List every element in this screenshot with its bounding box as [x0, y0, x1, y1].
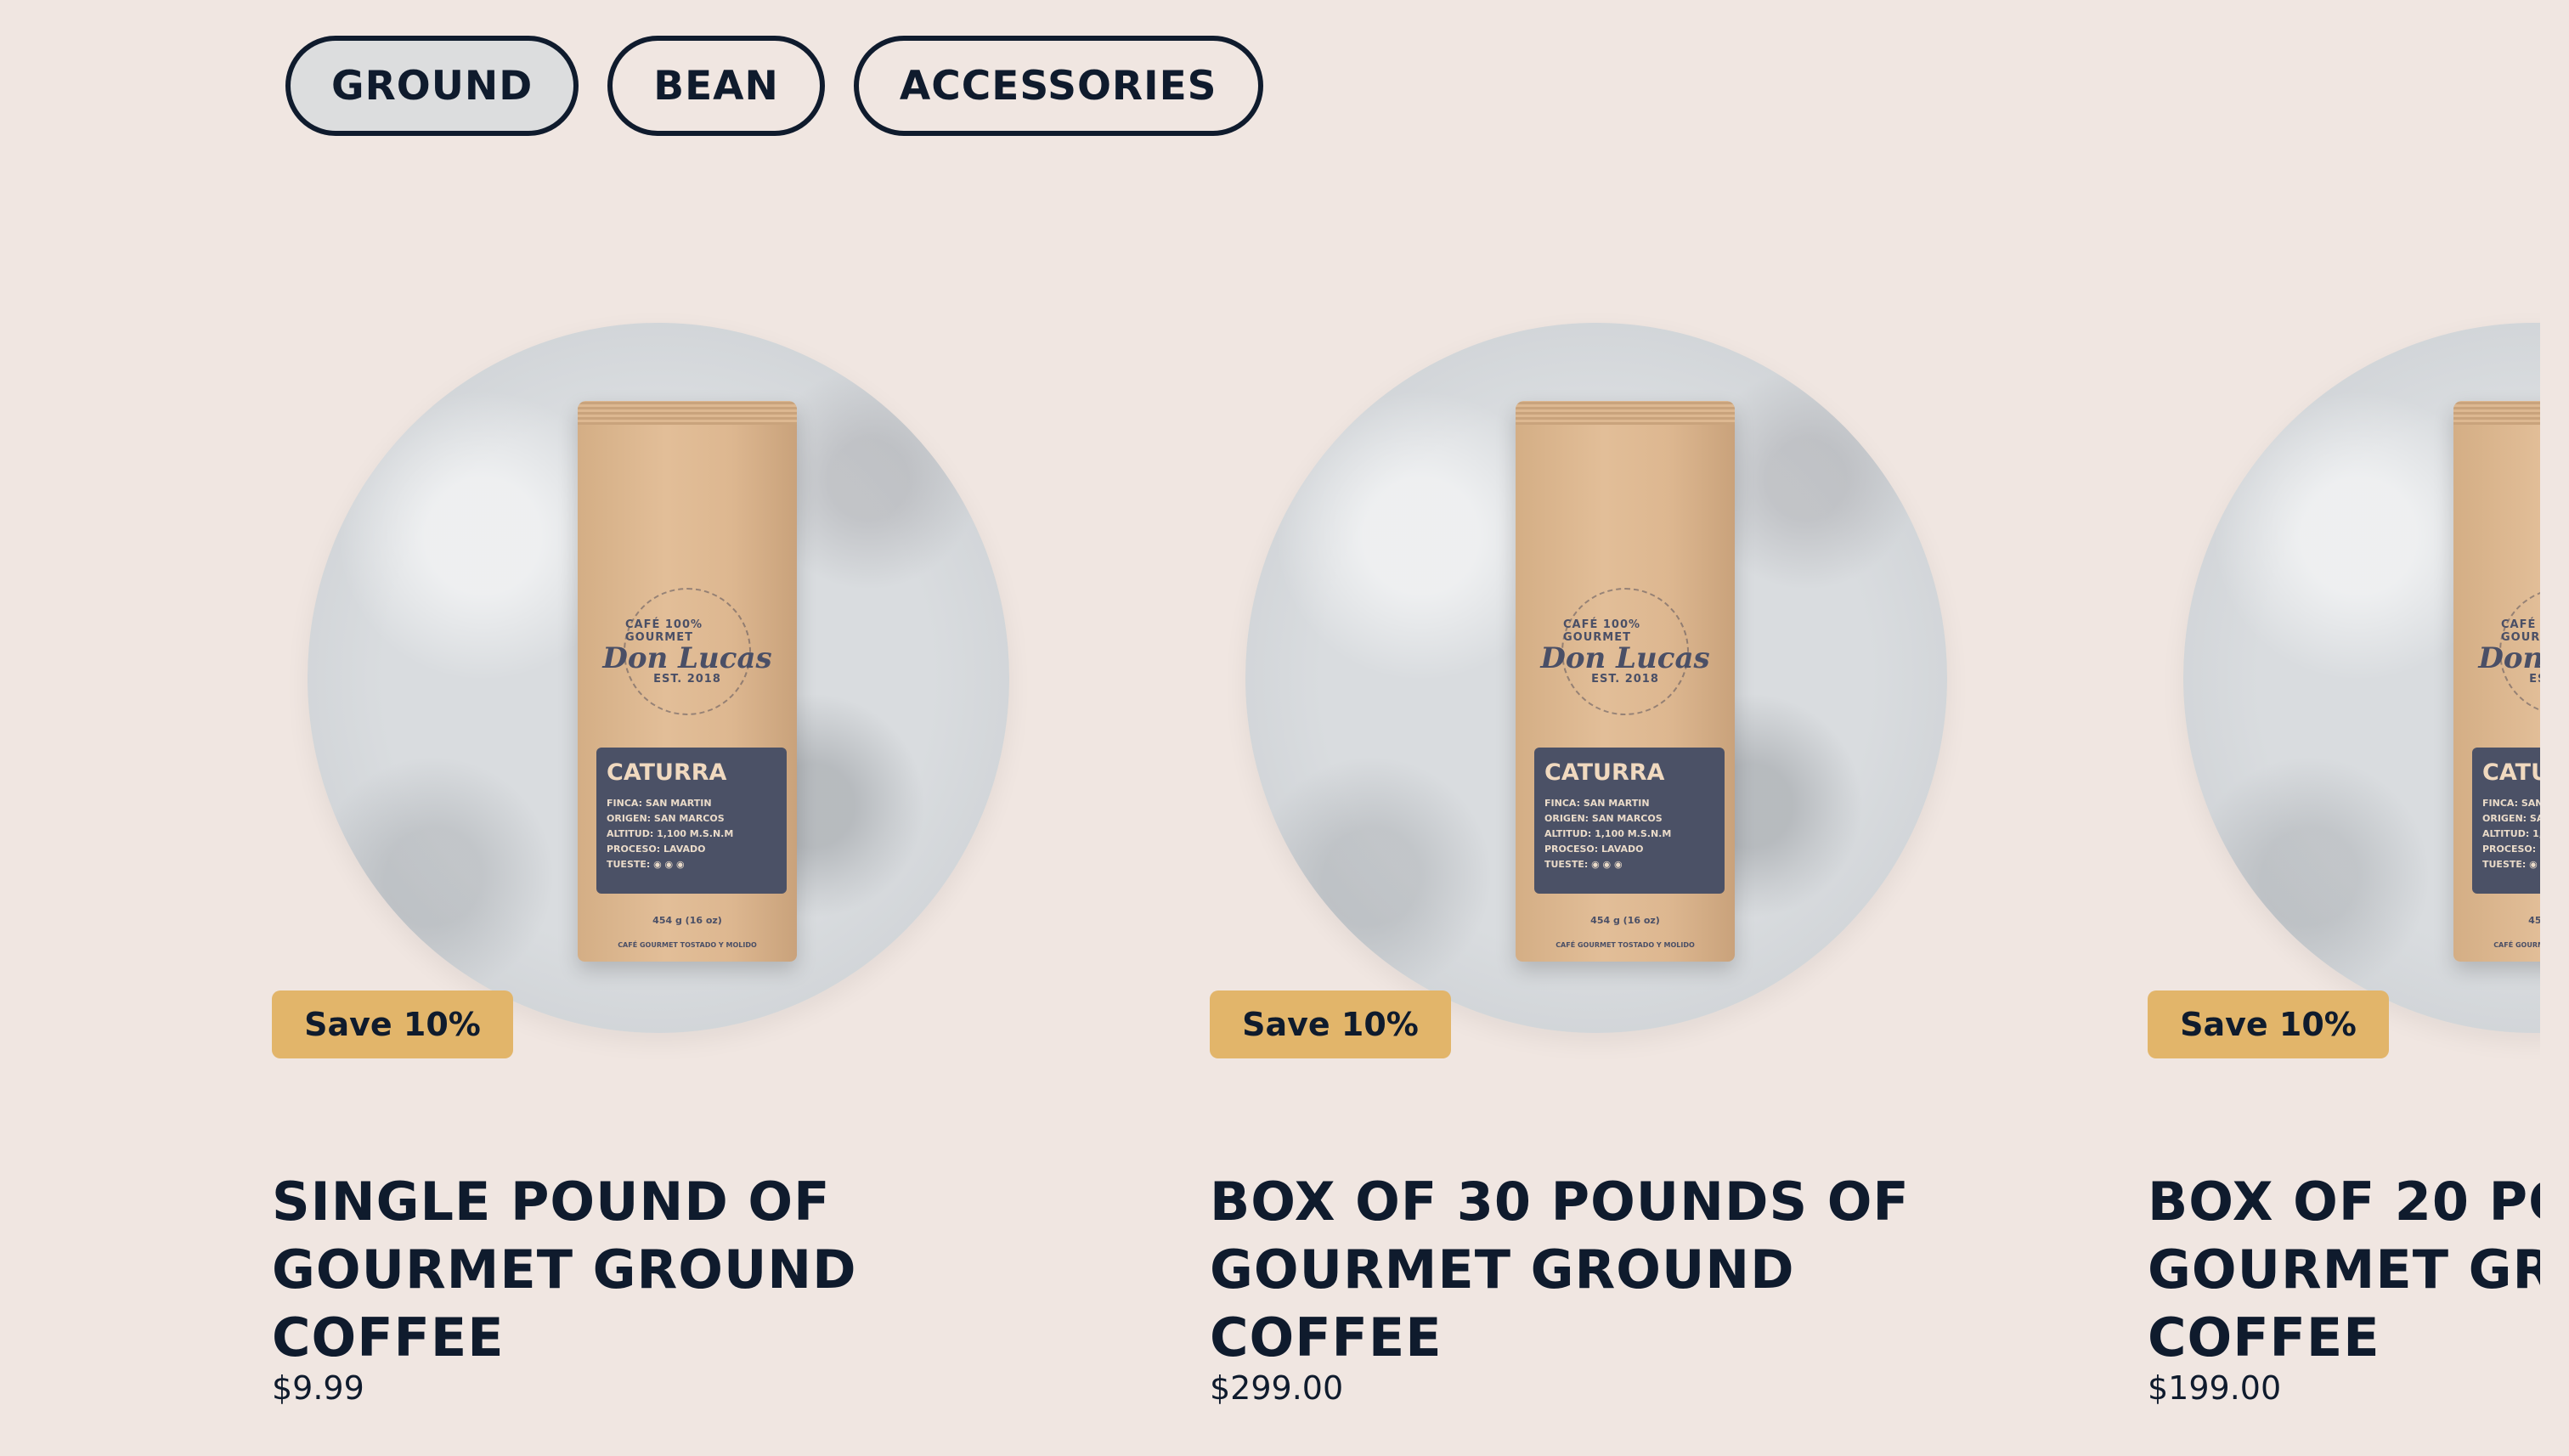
brand-logo: CAFÉ 100% GOURMET Don Lucas EST. 2018	[1540, 588, 1710, 715]
bag-footer: CAFÉ GOURMET TOSTADO Y MOLIDO	[618, 941, 757, 949]
label-line: ORIGEN: SAN MARCOS	[607, 813, 725, 824]
label-line: FINCA: SAN MARTIN	[607, 798, 712, 809]
coffee-bag-illustration: CAFÉ 100% GOURMET Don Lucas EST. 2018 CA…	[1516, 401, 1735, 962]
label-line: ALTITUD: 1,100 M.S.N.M	[1544, 828, 1672, 839]
label-line: ORIGEN: SAN MARCOS	[1544, 813, 1663, 824]
logo-est: EST. 2018	[1591, 672, 1659, 686]
logo-tagline: CAFÉ 100% GOURMET	[625, 618, 703, 644]
logo-name: Don Lucas	[602, 641, 772, 675]
label-line: TUESTE: ◉ ◉ ◉	[1544, 859, 1623, 870]
label-line: ORIGEN: SAN MARCOS	[2482, 813, 2540, 824]
bag-footer: CAFÉ GOURMET TOSTADO Y MOLIDO	[1556, 941, 1695, 949]
label-line: FINCA: SAN MARTIN	[2482, 798, 2540, 809]
coffee-bag-illustration: CAFÉ 100% GOURMET Don Lucas EST. 2018 CA…	[578, 401, 797, 962]
product-price: $299.00	[1210, 1369, 1344, 1407]
save-badge: Save 10%	[272, 990, 513, 1058]
logo-tagline: CAFÉ 100% GOURMET	[1563, 618, 1641, 644]
label-line: PROCESO: LAVADO	[607, 844, 706, 855]
label-line: FINCA: SAN MARTIN	[1544, 798, 1650, 809]
logo-name: Don Lucas	[1540, 641, 1710, 675]
variety-name: CATURRA	[2482, 759, 2540, 786]
logo-est: EST. 2018	[2529, 672, 2540, 686]
variety-name: CATURRA	[1544, 759, 1665, 786]
bag-label: CATURRA FINCA: SAN MARTIN ORIGEN: SAN MA…	[2472, 748, 2540, 894]
bag-weight: 454 g (16 oz)	[1590, 915, 1660, 926]
label-line: ALTITUD: 1,100 M.S.N.M	[607, 828, 734, 839]
bag-label: CATURRA FINCA: SAN MARTIN ORIGEN: SAN MA…	[1534, 748, 1725, 894]
label-line: ALTITUD: 1,100 M.S.N.M	[2482, 828, 2540, 839]
label-line: TUESTE: ◉ ◉ ◉	[2482, 859, 2540, 870]
product-title[interactable]: SINGLE POUND OF GOURMET GROUND COFFEE	[272, 1168, 1036, 1372]
label-line: PROCESO: LAVADO	[2482, 844, 2540, 855]
label-line: TUESTE: ◉ ◉ ◉	[607, 859, 685, 870]
product-price: $9.99	[272, 1369, 364, 1407]
product-image[interactable]: CAFÉ 100% GOURMET Don Lucas EST. 2018 CA…	[308, 323, 1009, 1033]
label-line: PROCESO: LAVADO	[1544, 844, 1644, 855]
bag-weight: 454 g (16 oz)	[2528, 915, 2540, 926]
product-title[interactable]: BOX OF 20 POUNDS OF GOURMET GROUND COFFE…	[2148, 1168, 2540, 1372]
coffee-bag-illustration: CAFÉ 100% GOURMET Don Lucas EST. 2018 CA…	[2453, 401, 2540, 962]
bag-weight: 454 g (16 oz)	[652, 915, 722, 926]
logo-est: EST. 2018	[653, 672, 721, 686]
save-badge: Save 10%	[1210, 990, 1451, 1058]
bag-footer: CAFÉ GOURMET TOSTADO Y MOLIDO	[2493, 941, 2540, 949]
product-image[interactable]: CAFÉ 100% GOURMET Don Lucas EST. 2018 CA…	[2183, 323, 2540, 1033]
bag-label: CATURRA FINCA: SAN MARTIN ORIGEN: SAN MA…	[596, 748, 787, 894]
product-carousel: CAFÉ 100% GOURMET Don Lucas EST. 2018 CA…	[0, 0, 2540, 1456]
brand-logo: CAFÉ 100% GOURMET Don Lucas EST. 2018	[2478, 588, 2540, 715]
product-title[interactable]: BOX OF 30 POUNDS OF GOURMET GROUND COFFE…	[1210, 1168, 1974, 1372]
product-image[interactable]: CAFÉ 100% GOURMET Don Lucas EST. 2018 CA…	[1245, 323, 1947, 1033]
variety-name: CATURRA	[607, 759, 727, 786]
product-price: $199.00	[2148, 1369, 2282, 1407]
logo-tagline: CAFÉ 100% GOURMET	[2501, 618, 2540, 644]
logo-name: Don Lucas	[2478, 641, 2540, 675]
brand-logo: CAFÉ 100% GOURMET Don Lucas EST. 2018	[602, 588, 772, 715]
save-badge: Save 10%	[2148, 990, 2389, 1058]
